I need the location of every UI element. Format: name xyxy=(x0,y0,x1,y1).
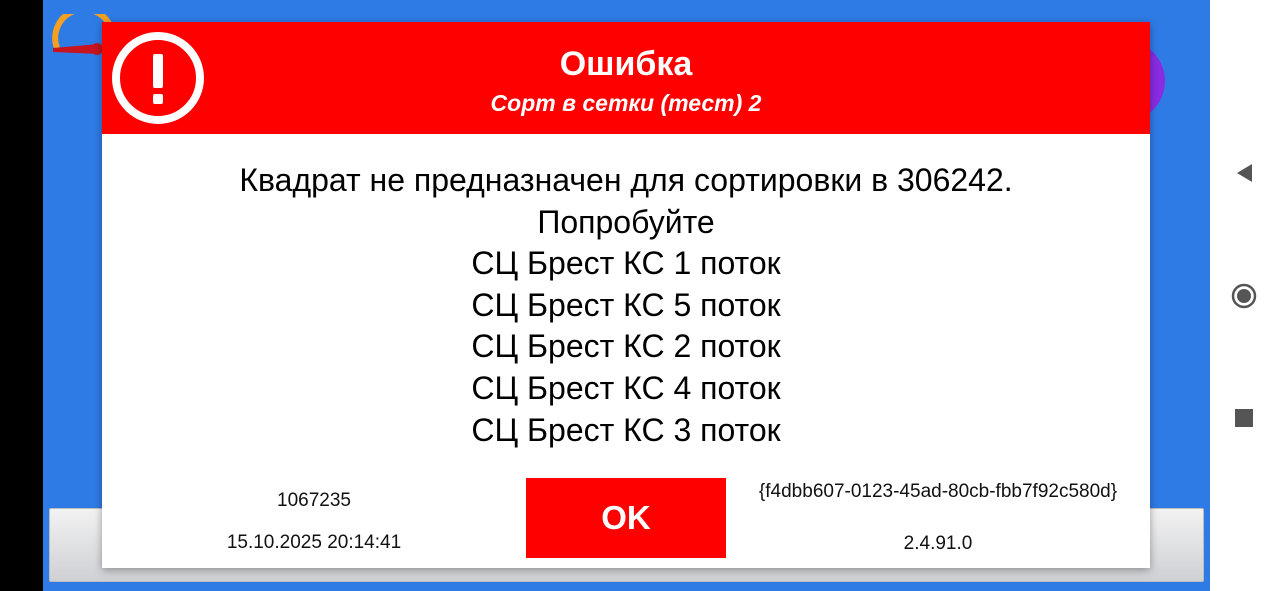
ok-button[interactable]: OK xyxy=(526,478,726,558)
home-circle-icon xyxy=(1231,283,1257,309)
back-triangle-icon xyxy=(1237,164,1252,182)
message-line: СЦ Брест КС 3 поток xyxy=(471,411,781,448)
android-nav-bar xyxy=(1210,0,1280,591)
app-version: 2.4.91.0 xyxy=(903,533,973,554)
left-bezel xyxy=(0,0,43,591)
dialog-subtitle: Сорт в сетки (тест) 2 xyxy=(490,90,762,116)
recents-square-icon xyxy=(1235,409,1253,427)
session-guid: {f4dbb607-0123-45ad-80cb-fbb7f92c580d} xyxy=(758,481,1118,502)
item-code: 1067235 xyxy=(277,490,351,511)
nav-recents-button[interactable] xyxy=(1231,405,1257,431)
message-line: Попробуйте xyxy=(537,203,715,240)
message-line: СЦ Брест КС 1 поток xyxy=(471,245,781,282)
message-line: СЦ Брест КС 4 поток xyxy=(471,369,781,406)
message-line: СЦ Брест КС 5 поток xyxy=(471,286,781,323)
message-line: Квадрат не предназначен для сортировки в… xyxy=(239,162,1013,198)
nav-back-button[interactable] xyxy=(1231,160,1257,186)
dialog-title: Ошибка xyxy=(559,45,693,83)
message-line: СЦ Брест КС 2 поток xyxy=(471,328,781,365)
error-dialog: Ошибка Сорт в сетки (тест) 2 Квадрат не … xyxy=(102,22,1150,568)
dialog-message: Квадрат не предназначен для сортировки в… xyxy=(102,160,1150,451)
nav-home-button[interactable] xyxy=(1231,283,1257,309)
dialog-header: Ошибка Сорт в сетки (тест) 2 xyxy=(102,22,1150,134)
timestamp: 15.10.2025 20:14:41 xyxy=(226,532,402,553)
